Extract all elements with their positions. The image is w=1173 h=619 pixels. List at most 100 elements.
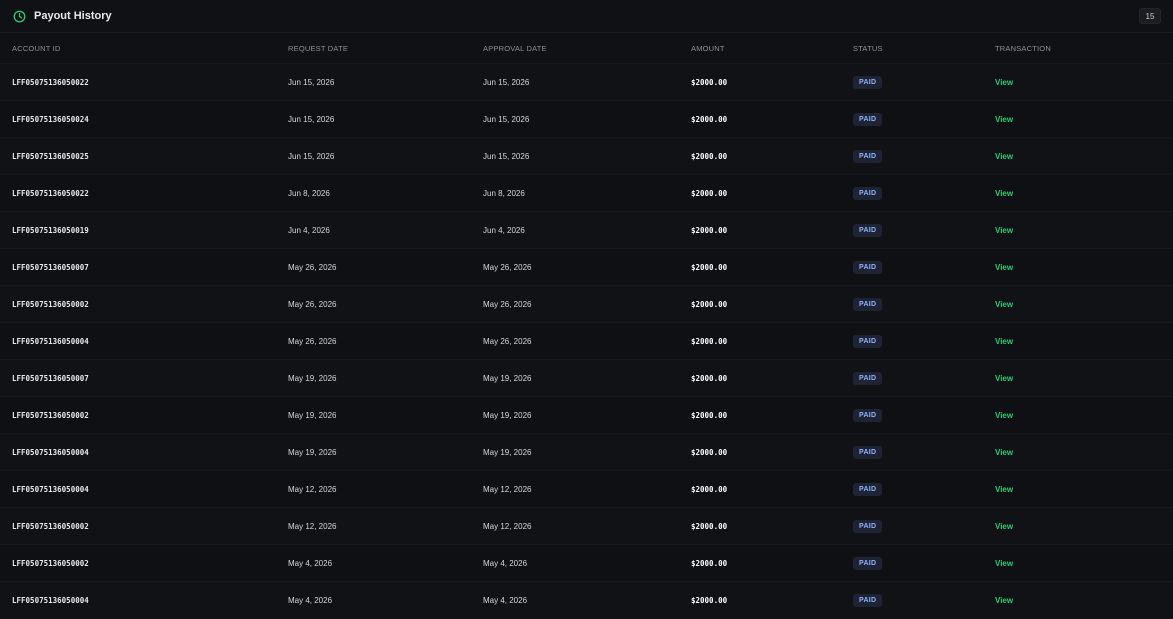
transaction-cell: View (983, 174, 1173, 212)
view-transaction-link[interactable]: View (995, 522, 1013, 531)
status-badge: PAID (853, 556, 883, 570)
request-date-cell: Jun 4, 2026 (276, 211, 471, 249)
column-header-transaction[interactable]: TRANSACTION (983, 33, 1173, 64)
transaction-cell: View (983, 100, 1173, 138)
table-row: LFF05075136050024 Jun 15, 2026 Jun 15, 202… (0, 100, 1173, 138)
column-header-status[interactable]: STATUS (841, 33, 983, 64)
account-id-cell: LFF05075136050002 (0, 396, 276, 434)
amount-cell: $2000.00 (679, 100, 841, 138)
table-row: LFF05075136050004 May 4, 2026 May 4, 2026 $… (0, 581, 1173, 619)
view-transaction-link[interactable]: View (995, 226, 1013, 235)
view-transaction-link[interactable]: View (995, 152, 1013, 161)
approval-date-cell: May 19, 2026 (471, 359, 679, 397)
approval-date-cell: Jun 15, 2026 (471, 63, 679, 101)
status-badge: PAID (853, 75, 883, 89)
status-cell: PAID (841, 100, 983, 138)
view-transaction-link[interactable]: View (995, 596, 1013, 605)
status-cell: PAID (841, 174, 983, 212)
table-row: LFF05075136050002 May 4, 2026 May 4, 2026 $… (0, 544, 1173, 582)
request-date-cell: May 26, 2026 (276, 285, 471, 323)
account-id-cell: LFF05075136050007 (0, 248, 276, 286)
view-transaction-link[interactable]: View (995, 374, 1013, 383)
status-cell: PAID (841, 581, 983, 619)
request-date-cell: May 12, 2026 (276, 507, 471, 545)
approval-date-cell: May 12, 2026 (471, 470, 679, 508)
status-cell: PAID (841, 322, 983, 360)
count-badge: 15 (1139, 8, 1161, 24)
column-header-request-date[interactable]: REQUEST DATE (276, 33, 471, 64)
account-id-cell: LFF05075136050002 (0, 507, 276, 545)
status-badge: PAID (853, 445, 883, 459)
approval-date-cell: Jun 15, 2026 (471, 100, 679, 138)
page-title: Payout History (34, 10, 112, 22)
column-header-amount[interactable]: AMOUNT (679, 33, 841, 64)
transaction-cell: View (983, 581, 1173, 619)
amount-cell: $2000.00 (679, 359, 841, 397)
account-id-cell: LFF05075136050024 (0, 100, 276, 138)
transaction-cell: View (983, 396, 1173, 434)
approval-date-cell: Jun 4, 2026 (471, 211, 679, 249)
table-row: LFF05075136050022 Jun 15, 2026 Jun 15, 202… (0, 63, 1173, 101)
account-id-cell: LFF05075136050022 (0, 63, 276, 101)
amount-cell: $2000.00 (679, 581, 841, 619)
account-id-cell: LFF05075136050002 (0, 544, 276, 582)
request-date-cell: Jun 15, 2026 (276, 137, 471, 175)
column-header-approval-date[interactable]: APPROVAL DATE (471, 33, 679, 64)
transaction-cell: View (983, 322, 1173, 360)
amount-cell: $2000.00 (679, 433, 841, 471)
transaction-cell: View (983, 285, 1173, 323)
request-date-cell: May 4, 2026 (276, 581, 471, 619)
status-badge: PAID (853, 149, 883, 163)
view-transaction-link[interactable]: View (995, 189, 1013, 198)
view-transaction-link[interactable]: View (995, 485, 1013, 494)
request-date-cell: May 19, 2026 (276, 359, 471, 397)
view-transaction-link[interactable]: View (995, 263, 1013, 272)
account-id-cell: LFF05075136050007 (0, 359, 276, 397)
amount-cell: $2000.00 (679, 470, 841, 508)
view-transaction-link[interactable]: View (995, 337, 1013, 346)
approval-date-cell: May 4, 2026 (471, 544, 679, 582)
table-row: LFF05075136050004 May 26, 2026 May 26, 202… (0, 322, 1173, 360)
view-transaction-link[interactable]: View (995, 411, 1013, 420)
account-id-cell: LFF05075136050004 (0, 433, 276, 471)
request-date-cell: Jun 15, 2026 (276, 100, 471, 138)
approval-date-cell: May 26, 2026 (471, 248, 679, 286)
amount-cell: $2000.00 (679, 63, 841, 101)
approval-date-cell: May 12, 2026 (471, 507, 679, 545)
account-id-cell: LFF05075136050022 (0, 174, 276, 212)
table-row: LFF05075136050007 May 26, 2026 May 26, 202… (0, 248, 1173, 286)
status-badge: PAID (853, 482, 883, 496)
amount-cell: $2000.00 (679, 211, 841, 249)
column-header-account-id[interactable]: ACCOUNT ID (0, 33, 276, 64)
view-transaction-link[interactable]: View (995, 300, 1013, 309)
view-transaction-link[interactable]: View (995, 78, 1013, 87)
table-row: LFF05075136050004 May 19, 2026 May 19, 202… (0, 433, 1173, 471)
status-cell: PAID (841, 211, 983, 249)
transaction-cell: View (983, 470, 1173, 508)
view-transaction-link[interactable]: View (995, 115, 1013, 124)
account-id-cell: LFF05075136050004 (0, 581, 276, 619)
status-cell: PAID (841, 285, 983, 323)
transaction-cell: View (983, 211, 1173, 249)
request-date-cell: May 26, 2026 (276, 248, 471, 286)
status-cell: PAID (841, 433, 983, 471)
amount-cell: $2000.00 (679, 137, 841, 175)
approval-date-cell: May 26, 2026 (471, 322, 679, 360)
payout-history-panel: Payout History 15 ACCOUNT ID REQUEST DAT… (0, 0, 1173, 619)
approval-date-cell: Jun 15, 2026 (471, 137, 679, 175)
amount-cell: $2000.00 (679, 544, 841, 582)
table-body: LFF05075136050022 Jun 15, 2026 Jun 15, 202… (0, 63, 1173, 619)
view-transaction-link[interactable]: View (995, 559, 1013, 568)
amount-cell: $2000.00 (679, 322, 841, 360)
amount-cell: $2000.00 (679, 507, 841, 545)
table-row: LFF05075136050002 May 12, 2026 May 12, 202… (0, 507, 1173, 545)
request-date-cell: May 4, 2026 (276, 544, 471, 582)
view-transaction-link[interactable]: View (995, 448, 1013, 457)
account-id-cell: LFF05075136050019 (0, 211, 276, 249)
request-date-cell: May 26, 2026 (276, 322, 471, 360)
status-badge: PAID (853, 519, 883, 533)
request-date-cell: Jun 8, 2026 (276, 174, 471, 212)
status-cell: PAID (841, 359, 983, 397)
request-date-cell: May 12, 2026 (276, 470, 471, 508)
approval-date-cell: May 26, 2026 (471, 285, 679, 323)
